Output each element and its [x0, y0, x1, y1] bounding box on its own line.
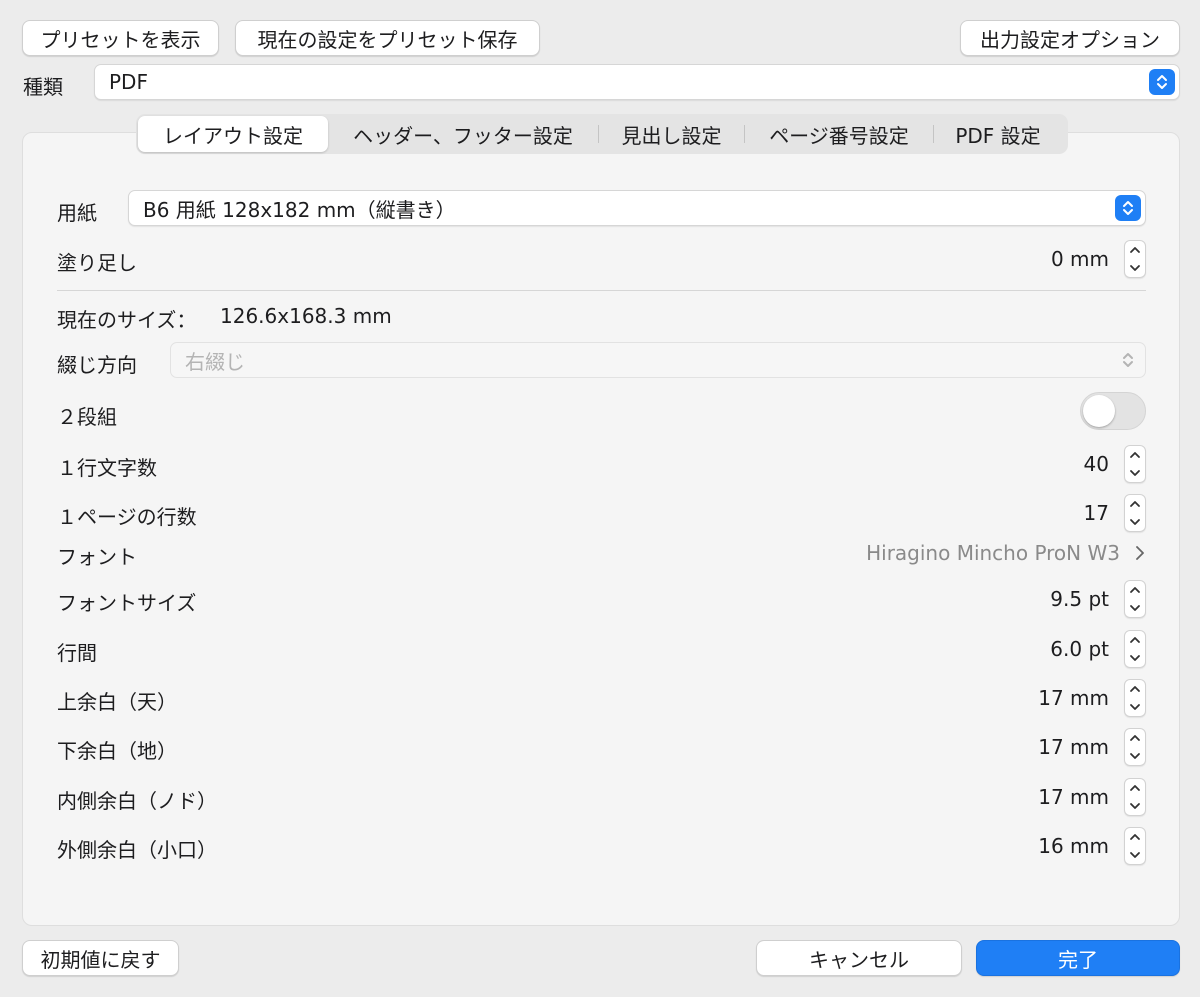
margin-outer-label: 外側余白（小口）: [57, 838, 217, 862]
lines-per-page-value[interactable]: 17: [1084, 501, 1109, 525]
chevron-down-icon[interactable]: [1129, 752, 1141, 760]
chevron-up-icon[interactable]: [1129, 833, 1141, 841]
type-select-value: PDF: [109, 70, 148, 94]
margin-top-stepper[interactable]: [1124, 679, 1146, 717]
updown-chevron-icon: [1115, 195, 1141, 221]
margin-bottom-stepper[interactable]: [1124, 728, 1146, 766]
tab-headings[interactable]: 見出し設定: [599, 116, 744, 152]
chevron-down-icon[interactable]: [1129, 604, 1141, 612]
tab-layout[interactable]: レイアウト設定: [138, 116, 328, 152]
chevron-up-icon[interactable]: [1129, 451, 1141, 459]
show-presets-button[interactable]: プリセットを表示: [22, 20, 219, 56]
chevron-down-icon[interactable]: [1129, 469, 1141, 477]
binding-label: 綴じ方向: [57, 353, 137, 377]
save-preset-button[interactable]: 現在の設定をプリセット保存: [235, 20, 540, 56]
tab-header-footer[interactable]: ヘッダー、フッター設定: [328, 116, 598, 152]
lines-per-page-label: １ページの行数: [57, 505, 197, 529]
line-spacing-value[interactable]: 6.0 pt: [1050, 637, 1109, 661]
updown-chevron-icon: [1149, 69, 1175, 95]
chevron-down-icon[interactable]: [1129, 851, 1141, 859]
bleed-value[interactable]: 0 mm: [1051, 247, 1109, 271]
type-select[interactable]: PDF: [94, 64, 1180, 100]
tab-pdf[interactable]: PDF 設定: [934, 116, 1062, 152]
chevron-down-icon[interactable]: [1129, 264, 1141, 272]
binding-select-value: 右綴じ: [185, 349, 245, 374]
binding-select: 右綴じ: [170, 342, 1146, 378]
chevron-down-icon[interactable]: [1129, 518, 1141, 526]
line-spacing-stepper[interactable]: [1124, 630, 1146, 668]
chevron-up-icon[interactable]: [1129, 246, 1141, 254]
margin-bottom-value[interactable]: 17 mm: [1038, 735, 1109, 759]
line-spacing-label: 行間: [57, 641, 97, 665]
two-columns-label: ２段組: [57, 405, 117, 429]
chevron-up-icon[interactable]: [1129, 500, 1141, 508]
chevron-down-icon[interactable]: [1129, 802, 1141, 810]
chars-per-line-value[interactable]: 40: [1084, 452, 1109, 476]
margin-inner-stepper[interactable]: [1124, 778, 1146, 816]
paper-select[interactable]: B6 用紙 128x182 mm（縦書き）: [128, 190, 1146, 226]
lines-per-page-stepper[interactable]: [1124, 494, 1146, 532]
margin-outer-value[interactable]: 16 mm: [1038, 834, 1109, 858]
updown-chevron-icon: [1115, 347, 1141, 373]
margin-outer-stepper[interactable]: [1124, 827, 1146, 865]
paper-label: 用紙: [57, 201, 97, 225]
chevron-up-icon[interactable]: [1129, 586, 1141, 594]
paper-select-value: B6 用紙 128x182 mm（縦書き）: [143, 197, 456, 222]
cancel-button[interactable]: キャンセル: [756, 940, 962, 976]
chevron-up-icon[interactable]: [1129, 636, 1141, 644]
bleed-label: 塗り足し: [57, 251, 137, 275]
font-value[interactable]: Hiragino Mincho ProN W3: [866, 541, 1120, 565]
output-options-button[interactable]: 出力設定オプション: [960, 20, 1180, 56]
toggle-knob: [1083, 395, 1115, 427]
margin-inner-label: 内側余白（ノド）: [57, 789, 217, 813]
reset-defaults-button[interactable]: 初期値に戻す: [22, 940, 179, 976]
section-divider: [57, 290, 1146, 291]
settings-tabs: レイアウト設定 ヘッダー、フッター設定 見出し設定 ページ番号設定 PDF 設定: [136, 114, 1068, 154]
margin-bottom-label: 下余白（地）: [57, 739, 177, 763]
font-size-label: フォントサイズ: [57, 591, 197, 615]
font-label: フォント: [57, 545, 137, 569]
chars-per-line-label: １行文字数: [57, 456, 157, 480]
chars-per-line-stepper[interactable]: [1124, 445, 1146, 483]
two-columns-toggle[interactable]: [1080, 392, 1146, 430]
chevron-up-icon[interactable]: [1129, 685, 1141, 693]
margin-inner-value[interactable]: 17 mm: [1038, 785, 1109, 809]
done-button[interactable]: 完了: [976, 940, 1180, 976]
current-size-label: 現在のサイズ：: [57, 308, 197, 332]
margin-top-value[interactable]: 17 mm: [1038, 686, 1109, 710]
current-size-value: 126.6x168.3 mm: [220, 304, 392, 328]
chevron-down-icon[interactable]: [1129, 703, 1141, 711]
chevron-down-icon[interactable]: [1129, 654, 1141, 662]
type-label: 種類: [23, 75, 63, 99]
margin-top-label: 上余白（天）: [57, 690, 177, 714]
bleed-stepper[interactable]: [1124, 240, 1146, 278]
font-size-value[interactable]: 9.5 pt: [1050, 587, 1109, 611]
chevron-up-icon[interactable]: [1129, 784, 1141, 792]
tab-page-numbers[interactable]: ページ番号設定: [745, 116, 933, 152]
chevron-right-icon[interactable]: [1134, 543, 1146, 563]
font-size-stepper[interactable]: [1124, 580, 1146, 618]
chevron-up-icon[interactable]: [1129, 734, 1141, 742]
